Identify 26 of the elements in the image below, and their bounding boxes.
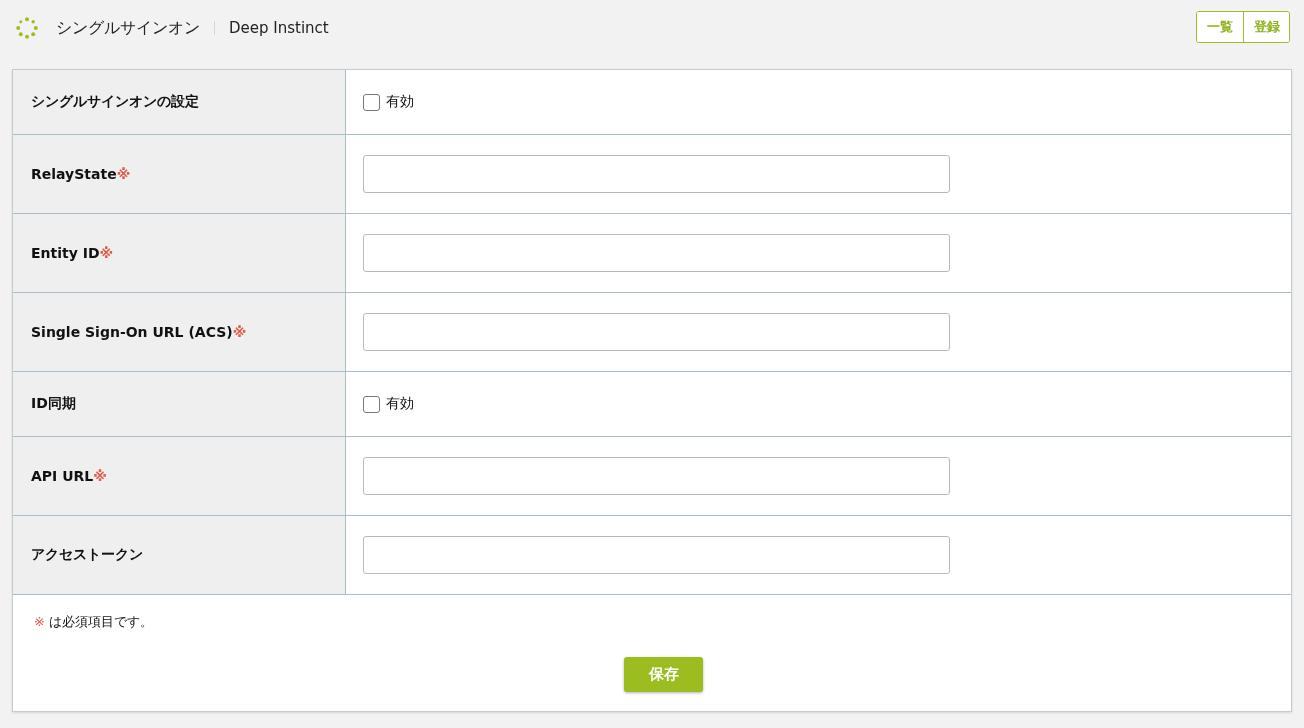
field-label: RelayState (31, 166, 117, 182)
required-mark: ※ (93, 468, 107, 484)
input-field[interactable] (363, 457, 950, 495)
field-label: API URL (31, 468, 94, 484)
input-field[interactable] (363, 536, 950, 574)
field-label: Entity ID (31, 245, 100, 261)
input-field[interactable] (363, 155, 950, 193)
checkbox[interactable] (363, 93, 380, 111)
required-mark: ※ (232, 324, 247, 340)
input-field[interactable] (363, 234, 950, 272)
checkbox[interactable] (363, 395, 380, 413)
required-mark: ※ (116, 166, 131, 182)
input-field[interactable] (363, 313, 950, 351)
required-note: ※ は必須項目です。 (34, 613, 154, 631)
save-button[interactable]: 保存 (624, 657, 703, 692)
dot-ring-icon (16, 17, 38, 39)
checkbox-label[interactable]: 有効 (386, 395, 414, 413)
page-title: シングルサインオン (56, 17, 200, 39)
field-label: シングルサインオンの設定 (31, 93, 199, 111)
service-name: Deep Instinct (229, 19, 329, 37)
field-label: ID同期 (31, 395, 76, 413)
checkbox-label[interactable]: 有効 (386, 93, 414, 111)
header-button[interactable]: 登録 (1243, 12, 1289, 42)
field-label: アクセストークン (31, 546, 143, 564)
required-mark: ※ (99, 245, 114, 261)
field-label: Single Sign-On URL (ACS) (31, 324, 233, 340)
